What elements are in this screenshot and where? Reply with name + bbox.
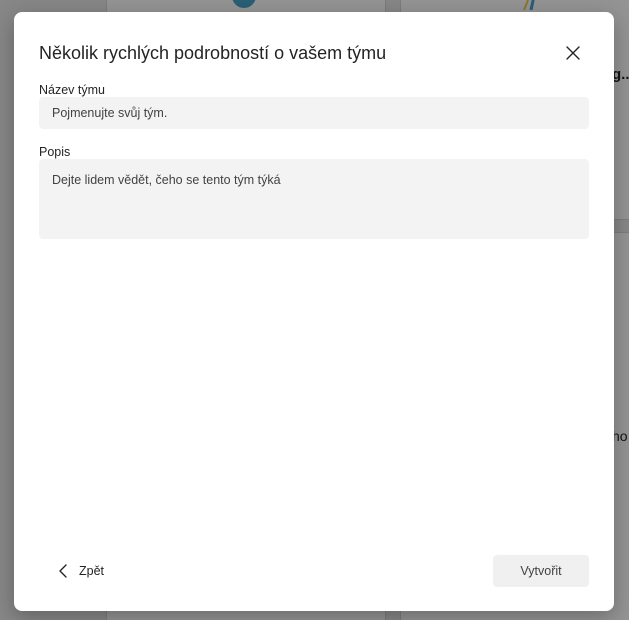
team-name-label: Název týmu (39, 83, 105, 97)
description-label: Popis (39, 145, 71, 159)
team-name-input[interactable] (39, 97, 589, 129)
dialog-title: Několik rychlých podrobností o vašem tým… (39, 43, 387, 63)
close-button[interactable] (560, 40, 586, 66)
description-input[interactable] (39, 159, 589, 239)
create-button[interactable]: Vytvořit (493, 555, 589, 587)
close-icon (566, 46, 580, 60)
create-team-dialog: Několik rychlých podrobností o vašem tým… (14, 12, 614, 611)
back-button[interactable]: Zpět (58, 559, 104, 583)
chevron-left-icon (59, 564, 67, 578)
back-button-label: Zpět (79, 564, 105, 578)
